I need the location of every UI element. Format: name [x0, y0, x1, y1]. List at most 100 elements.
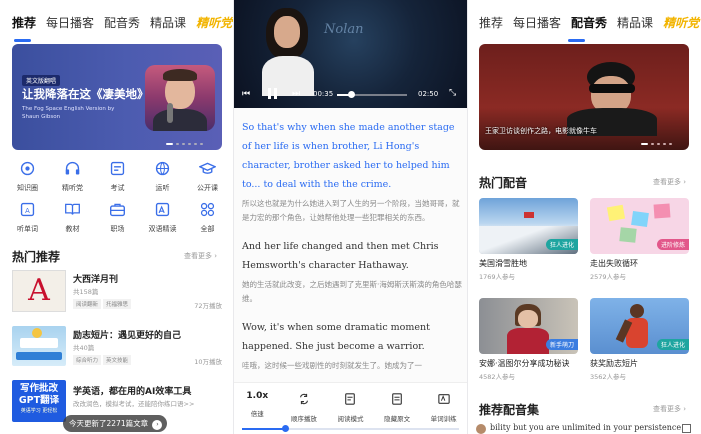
card-title: 获奖励志短片: [590, 359, 638, 368]
card-badge: 进阶修炼: [656, 239, 689, 250]
item-plays: 72万播放: [194, 302, 222, 310]
notes-thumbnail: 进阶修炼: [590, 198, 689, 254]
seek-handle[interactable]: [348, 91, 355, 98]
dubbing-card[interactable]: 狂人进化 美国滑雪胜地 1769人参与: [479, 198, 578, 281]
shortcut-workplace[interactable]: 职场: [95, 201, 140, 234]
avatar: [476, 424, 486, 434]
shortcut-label: 知识圈: [17, 184, 38, 192]
toolbar-label: 单词训练: [430, 415, 457, 423]
tab-recommend[interactable]: 推荐: [479, 12, 503, 38]
dubbing-card[interactable]: 新手萌刀 安娜·温图尔分享成功秘诀 4582人参与: [479, 298, 578, 381]
tab-premium-course[interactable]: 精品课: [150, 12, 186, 38]
see-more-link[interactable]: 查看更多 ›: [653, 177, 686, 187]
video-player[interactable]: Nolan ⏮ ⏭ 00:35 02:50 ⤡: [234, 0, 467, 108]
dubbing-set-preview[interactable]: bility but you are unlimited in your per…: [468, 423, 701, 434]
shortcut-label: 运听: [155, 184, 170, 192]
top-tabs: 推荐 每日播客 配音秀 精品课 精听党 最: [479, 12, 701, 38]
next-icon[interactable]: ⏭: [292, 89, 300, 99]
tab-daily-podcast[interactable]: 每日播客: [513, 12, 561, 38]
shortcut-intensive-listen[interactable]: 精听党: [50, 160, 95, 193]
shortcut-textbook[interactable]: 教材: [50, 201, 95, 234]
word-train-button[interactable]: 单词训练: [424, 391, 464, 423]
toolbar-label: 顺序播放: [290, 415, 317, 423]
shortcut-label: 考试: [110, 184, 125, 192]
list-item[interactable]: A 大西洋月刊 共158篇 阅读翻新 托福雅思 72万播放: [12, 270, 222, 314]
card-title: 美国滑雪胜地: [479, 259, 527, 268]
tab-daily-podcast[interactable]: 每日播客: [46, 12, 94, 38]
shortcut-bilingual[interactable]: 双语精读: [140, 201, 185, 234]
seek-bar[interactable]: [337, 91, 407, 98]
section-title-dubbing-sets: 推荐配音集: [479, 403, 540, 417]
toast-arrow-icon: ›: [152, 420, 163, 430]
previous-icon[interactable]: ⏮: [242, 89, 250, 99]
banner[interactable]: 英文版翻唱 让我降落在这《凄美地》 The Fog Space English …: [12, 44, 222, 150]
sentence-en[interactable]: And her life changed and then met Chris …: [242, 237, 462, 275]
shortcut-all[interactable]: 全部: [185, 201, 230, 234]
read-mode-icon: [345, 393, 356, 405]
loop-button[interactable]: 顺序播放: [284, 391, 324, 423]
atlantic-thumbnail: A: [12, 270, 66, 312]
item-count: 共158篇: [73, 288, 99, 296]
motivation-thumbnail: [12, 326, 66, 366]
sentence-en[interactable]: Wow, it's when some dramatic moment happ…: [242, 318, 462, 356]
shortcut-open-class[interactable]: 公开课: [185, 160, 230, 193]
tab-dubbing-show[interactable]: 配音秀: [104, 12, 140, 38]
see-more-label: 查看更多: [184, 252, 212, 260]
fullscreen-icon[interactable]: ⤡: [449, 88, 456, 98]
svg-text:A: A: [25, 207, 30, 215]
tab-recommend[interactable]: 推荐: [12, 12, 36, 38]
video-controls: ⏮ ⏭ 00:35 02:50 ⤡: [234, 82, 467, 106]
speed-button[interactable]: 1.0x 倍速: [237, 391, 277, 423]
banner-pager: [641, 143, 672, 145]
tab-intensive-listening[interactable]: 精听党: [663, 12, 699, 38]
tab-dubbing-show[interactable]: 配音秀: [571, 12, 607, 38]
audio-progress-handle[interactable]: [282, 425, 290, 432]
total-time: 02:50: [418, 90, 439, 98]
dubbing-card[interactable]: 狂人进化 获奖励志短片 3562人参与: [590, 298, 689, 381]
tab-premium-course[interactable]: 精品课: [617, 12, 653, 38]
shortcut-earth[interactable]: 运听: [140, 160, 185, 193]
card-badge: 狂人进化: [656, 339, 689, 350]
read-mode-button[interactable]: 阅读模式: [330, 391, 370, 423]
audio-progress[interactable]: [242, 425, 459, 432]
bilingual-read-icon: [155, 202, 170, 217]
item-title: 学英语，都在用的AI效率工具: [73, 387, 192, 397]
exam-icon: [110, 161, 125, 176]
shortcut-label: 公开课: [197, 184, 218, 192]
see-more-link[interactable]: 查看更多 ›: [653, 404, 686, 414]
tab-intensive-listening[interactable]: 精听党: [196, 12, 232, 38]
dubbing-panel: 推荐 每日播客 配音秀 精品课 精听党 最 王家卫访谈创作之路，电影就像牛车 热…: [468, 0, 701, 434]
item-count: 共40篇: [73, 344, 95, 352]
ai-tool-thumbnail: 写作批改 GPT翻译 英语学习 更轻松: [12, 380, 66, 422]
banner-caption: 王家卫访谈创作之路，电影就像牛车: [485, 127, 597, 135]
shortcut-label: 教材: [65, 225, 80, 233]
word-train-icon: [437, 394, 450, 404]
shortcut-knowledge[interactable]: 知识圈: [5, 160, 50, 193]
current-time: 00:35: [313, 90, 334, 98]
update-toast[interactable]: 今天更新了2271篇文章 ›: [63, 415, 168, 432]
sentence-active-en[interactable]: So that's why when she made another stag…: [242, 118, 462, 194]
shortcut-listen-words[interactable]: A 听单词: [5, 201, 50, 234]
dubbing-banner[interactable]: 王家卫访谈创作之路，电影就像牛车: [479, 44, 689, 150]
athlete-thumbnail: 狂人进化: [590, 298, 689, 354]
active-tab-indicator: [568, 39, 585, 42]
banner-person: [567, 62, 657, 136]
shortcut-label: 听单词: [17, 225, 38, 233]
card-title: 安娜·温图尔分享成功秘诀: [479, 359, 570, 368]
dubbing-card[interactable]: 进阶修炼 走出失败循环 2579人参与: [590, 198, 689, 281]
see-more-link[interactable]: 查看更多 ›: [184, 251, 217, 261]
banner-title: 让我降落在这《凄美地》: [22, 87, 149, 101]
scan-icon[interactable]: [682, 424, 691, 433]
shortcut-label: 精听党: [62, 184, 83, 192]
knowledge-icon: [20, 161, 35, 176]
card-title: 走出失败循环: [590, 259, 638, 268]
pause-icon[interactable]: [268, 88, 277, 99]
item-desc: 改改润色，模拟考试，还能陪你练口语>>: [73, 400, 195, 408]
section-title-hot: 热门推荐: [12, 250, 61, 264]
shortcut-grid: 知识圈 精听党 考试 运听 公开课 A 听单词 教材 职场 双语精读 全部: [0, 160, 233, 234]
shortcut-exam[interactable]: 考试: [95, 160, 140, 193]
hide-text-button[interactable]: 隐藏原文: [377, 391, 417, 423]
home-panel: 推荐 每日播客 配音秀 精品课 精听党 最 英文版翻唱 让我降落在这《凄美地》 …: [0, 0, 233, 434]
list-item[interactable]: 励志短片：遇见更好的自己 共40篇 综合听力 英文技能 10万播放: [12, 326, 222, 370]
book-icon: [65, 203, 80, 215]
